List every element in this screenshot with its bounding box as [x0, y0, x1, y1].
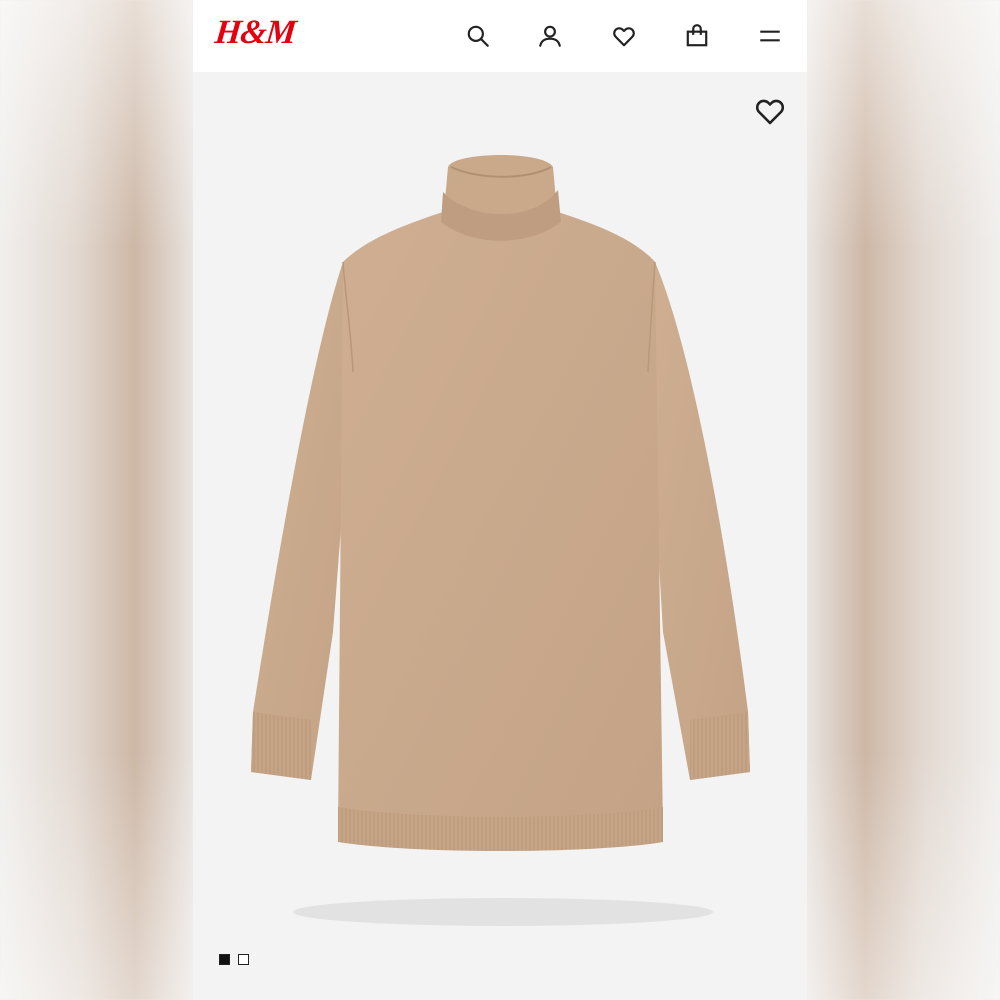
heart-outline-icon[interactable] — [753, 94, 787, 128]
carousel-dot-1[interactable] — [219, 954, 230, 965]
search-icon[interactable] — [462, 20, 494, 52]
image-carousel-indicator — [219, 954, 249, 965]
sweater-dress-image[interactable] — [193, 72, 807, 1000]
top-navigation-bar: H&M — [193, 0, 807, 72]
shopping-bag-icon[interactable] — [681, 20, 713, 52]
favorites-icon[interactable] — [608, 20, 640, 52]
hm-logo[interactable]: H&M — [213, 14, 297, 52]
account-icon[interactable] — [534, 20, 566, 52]
product-page: H&M — [193, 0, 807, 1000]
carousel-dot-2[interactable] — [238, 954, 249, 965]
product-image-area — [193, 72, 807, 1000]
blurred-background-right — [807, 0, 1000, 1000]
blurred-background-left — [0, 0, 193, 1000]
menu-icon[interactable] — [754, 20, 786, 52]
